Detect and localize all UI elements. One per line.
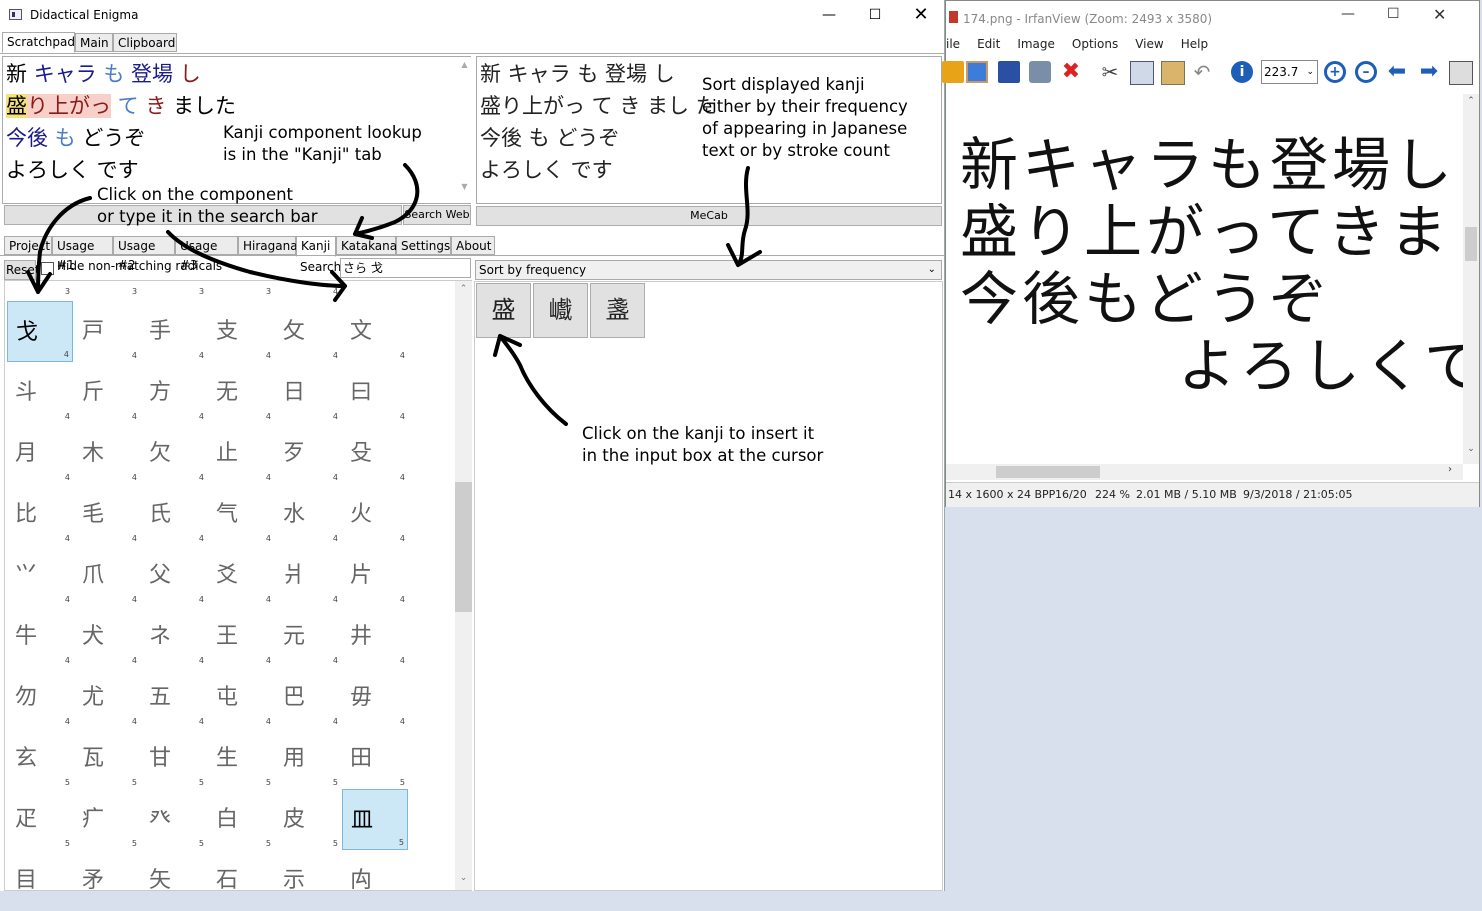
image-text-line: よろしくです	[1178, 332, 1463, 400]
iv-window-title: 174.png - IrfanView (Zoom: 2493 x 3580)	[963, 12, 1213, 26]
displayed-image: 新キャラも登場し 盛り上がってきました 今後もどうぞ よろしくです	[960, 132, 1463, 400]
scroll-thumb[interactable]	[996, 466, 1100, 478]
copy-icon[interactable]	[1130, 61, 1154, 85]
status-memory: 2.01 MB / 5.10 MB	[1136, 488, 1237, 501]
arrow-to-search-bar	[166, 230, 347, 302]
undo-icon[interactable]: ↶	[1191, 61, 1213, 83]
scroll-up-icon[interactable]: ⌃	[1463, 96, 1479, 106]
arrow-to-kanji-tab	[353, 163, 420, 240]
arrow-to-kanji-result	[493, 334, 568, 426]
menu-view[interactable]: View	[1135, 37, 1163, 51]
save-icon[interactable]	[998, 61, 1020, 83]
zoom-out-icon[interactable]: –	[1355, 61, 1377, 83]
menu-image[interactable]: Image	[1017, 37, 1055, 51]
status-zoom: 224 %	[1095, 488, 1130, 501]
paste-icon[interactable]	[1161, 61, 1185, 85]
delete-icon[interactable]: ✖	[1060, 61, 1082, 83]
annotation-arrows	[26, 163, 762, 426]
iv-maximize-button[interactable]: ☐	[1387, 6, 1400, 22]
info-icon[interactable]: i	[1231, 61, 1253, 83]
print-icon[interactable]	[1029, 61, 1051, 83]
open-folder-icon[interactable]	[942, 61, 964, 83]
chevron-down-icon: ⌄	[1306, 67, 1314, 77]
menu-help[interactable]: Help	[1181, 37, 1208, 51]
menu-options[interactable]: Options	[1072, 37, 1118, 51]
zoom-in-icon[interactable]: +	[1324, 61, 1346, 83]
status-index: 16/20	[1055, 488, 1087, 501]
iv-menu-bar: ile Edit Image Options View Help	[946, 37, 1225, 51]
irfanview-window: 174.png - IrfanView (Zoom: 2493 x 3580) …	[942, 0, 1480, 507]
zoom-value: 223.7	[1264, 65, 1299, 79]
menu-edit[interactable]: Edit	[977, 37, 1000, 51]
arrow-to-component	[26, 196, 92, 294]
scroll-down-icon[interactable]: ⌄	[1463, 444, 1479, 454]
zoom-select[interactable]: 223.7 ⌄	[1261, 60, 1318, 84]
image-text-line: 新キャラも登場し	[960, 131, 1457, 199]
cut-icon[interactable]: ✂	[1099, 61, 1121, 83]
irfanview-icon	[949, 11, 958, 23]
slideshow-icon[interactable]	[966, 61, 988, 83]
image-text-line: 盛り上がってきました	[960, 198, 1463, 266]
iv-title-bar: 174.png - IrfanView (Zoom: 2493 x 3580) …	[946, 1, 1479, 35]
status-dimensions: 14 x 1600 x 24 BPP	[948, 488, 1056, 501]
status-date: 9/3/2018 / 21:05:05	[1243, 488, 1353, 501]
iv-vertical-scrollbar[interactable]: ⌃ ⌄	[1463, 94, 1479, 464]
image-viewport: 新キャラも登場し 盛り上がってきました 今後もどうぞ よろしくです	[946, 94, 1463, 464]
previous-icon[interactable]: ⬅	[1386, 61, 1408, 83]
iv-minimize-button[interactable]: —	[1341, 6, 1355, 22]
image-text-line: 今後もどうぞ	[960, 265, 1331, 333]
scroll-right-icon[interactable]: ›	[1448, 464, 1452, 475]
thumbnails-icon[interactable]	[1449, 61, 1473, 85]
iv-close-button[interactable]: ✕	[1433, 5, 1446, 24]
arrow-to-sort-dropdown	[726, 166, 762, 267]
menu-file[interactable]: ile	[946, 37, 960, 51]
iv-horizontal-scrollbar[interactable]: ›	[946, 464, 1463, 480]
scroll-thumb[interactable]	[1465, 227, 1477, 261]
next-icon[interactable]: ➡	[1418, 61, 1440, 83]
